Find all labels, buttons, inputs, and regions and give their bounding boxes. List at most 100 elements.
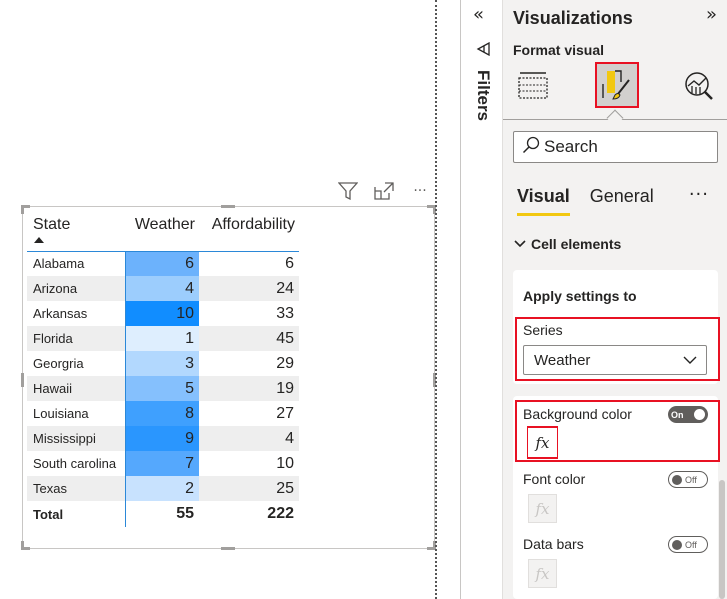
total-weather: 55 xyxy=(124,501,199,527)
search-input-box[interactable] xyxy=(513,131,718,163)
collapse-pane-icon[interactable]: « xyxy=(473,4,484,25)
more-options-icon[interactable]: ··· xyxy=(689,184,709,205)
series-value: Weather xyxy=(534,351,591,369)
cell-weather: 3 xyxy=(124,351,199,376)
cell-affordability: 27 xyxy=(276,404,294,422)
cell-state: Georgria xyxy=(33,356,84,371)
table-row[interactable]: Louisiana 8 27 xyxy=(27,401,299,426)
table-visual[interactable]: State Weather Affordability Alabama 6 6 Ari… xyxy=(21,205,436,550)
table-row[interactable]: Mississippi 9 4 xyxy=(27,426,299,451)
cell-state: Arkansas xyxy=(33,306,88,321)
cell-weather: 1 xyxy=(124,326,199,351)
data-bars-fx-button[interactable]: fx xyxy=(528,559,557,588)
focus-mode-icon[interactable] xyxy=(373,181,395,201)
selection-pointer xyxy=(606,109,624,127)
table-row[interactable]: South carolina 7 10 xyxy=(27,451,299,476)
pane-subtitle: Format visual xyxy=(513,42,605,58)
total-label: Total xyxy=(33,506,64,522)
data-bars-toggle[interactable]: Off xyxy=(668,536,708,553)
cell-affordability: 19 xyxy=(199,376,299,401)
apply-settings-title: Apply settings to xyxy=(523,288,637,304)
background-color-fx-button[interactable]: fx xyxy=(528,428,557,457)
build-visual-icon[interactable] xyxy=(513,66,553,106)
background-color-toggle[interactable]: On xyxy=(668,406,708,423)
more-options-icon[interactable]: ··· xyxy=(409,181,431,201)
table-row[interactable]: Texas 2 25 xyxy=(27,476,299,501)
pane-scrollbar[interactable] xyxy=(719,480,725,599)
cell-state: Alabama xyxy=(33,256,85,272)
resize-handle[interactable] xyxy=(21,541,24,550)
chevron-down-icon xyxy=(514,240,526,248)
column-header-state[interactable]: State xyxy=(27,213,125,252)
sort-ascending-icon xyxy=(34,237,44,243)
column-header-affordability[interactable]: Affordability xyxy=(199,213,299,252)
column-header-label: State xyxy=(33,216,71,233)
cell-weather: 4 xyxy=(124,276,199,301)
cell-affordability: 10 xyxy=(276,454,294,472)
font-color-fx-button[interactable]: fx xyxy=(528,494,557,523)
background-color-label: Background color xyxy=(523,406,632,422)
cell-affordability: 6 xyxy=(285,254,294,272)
expand-pane-icon[interactable]: » xyxy=(706,4,717,25)
section-cell-elements[interactable]: Cell elements xyxy=(513,236,621,252)
cell-affordability: 25 xyxy=(199,476,299,501)
cell-weather: 7 xyxy=(124,451,199,476)
cell-weather: 5 xyxy=(124,376,199,401)
cell-weather: 6 xyxy=(124,251,199,276)
pane-title: Visualizations xyxy=(513,8,633,28)
cell-state: Arizona xyxy=(27,276,125,301)
section-title: Cell elements xyxy=(531,236,622,252)
cell-affordability: 29 xyxy=(276,354,294,372)
table-row[interactable]: Arkansas 10 33 xyxy=(27,301,299,326)
column-header-weather[interactable]: Weather xyxy=(125,213,199,252)
resize-handle[interactable] xyxy=(221,205,235,208)
cell-weather: 10 xyxy=(124,301,199,326)
table-row[interactable]: Hawaii 5 19 xyxy=(27,376,299,401)
visualizations-pane: Visualizations » Format visual Visual Ge… xyxy=(502,0,727,599)
toggle-knob xyxy=(694,409,705,420)
resize-handle[interactable] xyxy=(221,547,235,550)
chevron-down-icon xyxy=(683,356,697,364)
font-color-label: Font color xyxy=(523,471,586,487)
series-dropdown[interactable]: Weather xyxy=(523,345,707,375)
cell-state: Hawaii xyxy=(27,376,125,401)
analytics-icon[interactable] xyxy=(679,66,719,106)
data-bars-label: Data bars xyxy=(523,536,584,552)
total-row: Total 55 222 xyxy=(27,501,299,527)
cell-weather: 2 xyxy=(124,476,199,501)
tab-general[interactable]: General xyxy=(590,186,654,216)
cell-affordability: 24 xyxy=(199,276,299,301)
search-icon xyxy=(522,136,544,158)
format-visual-icon[interactable] xyxy=(595,62,639,108)
canvas-border xyxy=(435,0,437,599)
toggle-state: Off xyxy=(685,474,697,485)
filter-icon[interactable] xyxy=(337,181,359,201)
table-row[interactable]: Georgria 3 29 xyxy=(27,351,299,376)
apply-settings-card: Apply settings to Series Weather xyxy=(513,270,720,384)
cell-state: Texas xyxy=(27,476,125,501)
cell-state: Louisiana xyxy=(33,406,89,421)
table-row[interactable]: Alabama 6 6 xyxy=(27,251,299,276)
resize-handle[interactable] xyxy=(21,373,24,387)
format-tabs: Visual General xyxy=(517,186,654,216)
cell-weather: 8 xyxy=(124,401,199,426)
toggle-state: Off xyxy=(685,539,697,550)
font-color-toggle[interactable]: Off xyxy=(668,471,708,488)
data-table: State Weather Affordability Alabama 6 6 Ari… xyxy=(27,213,299,527)
table-row[interactable]: Arizona 4 24 xyxy=(27,276,299,301)
resize-handle[interactable] xyxy=(21,205,24,214)
cell-affordability: 33 xyxy=(276,304,294,322)
visual-header: ··· xyxy=(337,181,431,201)
pane-mode-icons xyxy=(503,62,727,127)
tab-visual[interactable]: Visual xyxy=(517,186,570,216)
filters-pane-label[interactable]: Filters xyxy=(473,70,493,121)
cell-properties-card: Background color On fx Font color Off fx… xyxy=(513,396,720,599)
cell-state: Mississippi xyxy=(27,426,125,451)
toggle-state: On xyxy=(671,409,684,420)
cell-affordability: 45 xyxy=(199,326,299,351)
total-affordability: 222 xyxy=(267,505,294,522)
search-input[interactable] xyxy=(544,137,704,157)
cell-state: South carolina xyxy=(33,456,117,471)
cell-affordability: 4 xyxy=(199,426,299,451)
table-row[interactable]: Florida 1 45 xyxy=(27,326,299,351)
